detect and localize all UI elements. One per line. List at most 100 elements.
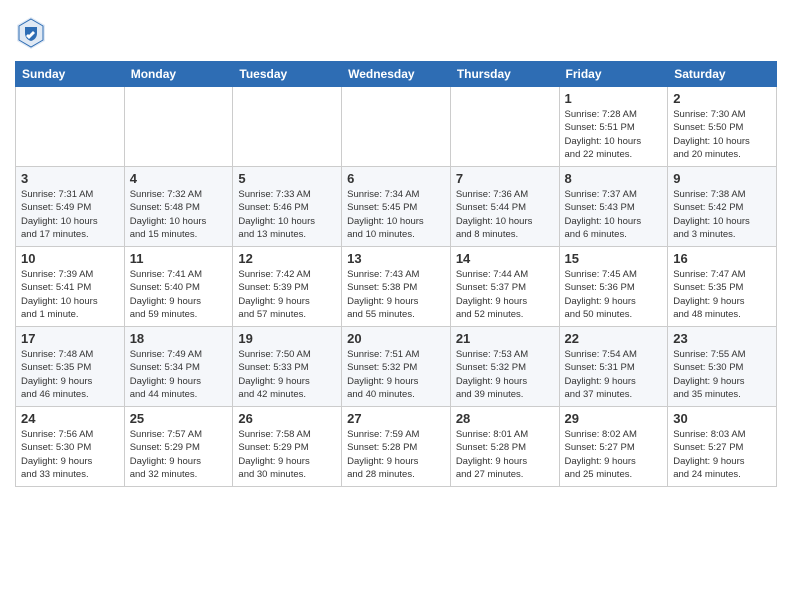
day-cell: 29Sunrise: 8:02 AM Sunset: 5:27 PM Dayli… [559, 407, 668, 487]
col-header-saturday: Saturday [668, 62, 777, 87]
day-info: Sunrise: 8:03 AM Sunset: 5:27 PM Dayligh… [673, 428, 771, 481]
day-info: Sunrise: 7:28 AM Sunset: 5:51 PM Dayligh… [565, 108, 663, 161]
day-number: 13 [347, 251, 445, 266]
day-number: 24 [21, 411, 119, 426]
day-info: Sunrise: 7:32 AM Sunset: 5:48 PM Dayligh… [130, 188, 228, 241]
day-number: 19 [238, 331, 336, 346]
day-number: 21 [456, 331, 554, 346]
day-number: 12 [238, 251, 336, 266]
day-info: Sunrise: 7:39 AM Sunset: 5:41 PM Dayligh… [21, 268, 119, 321]
day-number: 1 [565, 91, 663, 106]
day-cell: 13 Sunrise: 7:43 AM Sunset: 5:38 PM Dayli… [342, 247, 451, 327]
day-info: Sunrise: 7:43 AM Sunset: 5:38 PM Dayligh… [347, 268, 445, 321]
day-info: Sunrise: 7:38 AM Sunset: 5:42 PM Dayligh… [673, 188, 771, 241]
day-info: Sunrise: 7:59 AM Sunset: 5:28 PM Dayligh… [347, 428, 445, 481]
day-cell: 21 Sunrise: 7:53 AM Sunset: 5:32 PM Dayli… [450, 327, 559, 407]
day-number: 25 [130, 411, 228, 426]
day-cell: 12 Sunrise: 7:42 AM Sunset: 5:39 PM Dayli… [233, 247, 342, 327]
day-cell [450, 87, 559, 167]
day-number: 16 [673, 251, 771, 266]
day-cell: 25 Sunrise: 7:57 AM Sunset: 5:29 PM Dayli… [124, 407, 233, 487]
day-info: Sunrise: 7:45 AM Sunset: 5:36 PM Dayligh… [565, 268, 663, 321]
day-cell: 17Sunrise: 7:48 AM Sunset: 5:35 PM Dayli… [16, 327, 125, 407]
week-row-4: 24 Sunrise: 7:56 AM Sunset: 5:30 PM Dayli… [16, 407, 777, 487]
day-cell: 3 Sunrise: 7:31 AM Sunset: 5:49 PM Daylig… [16, 167, 125, 247]
week-row-2: 10 Sunrise: 7:39 AM Sunset: 5:41 PM Dayli… [16, 247, 777, 327]
day-cell [233, 87, 342, 167]
col-header-monday: Monday [124, 62, 233, 87]
day-number: 11 [130, 251, 228, 266]
day-info: Sunrise: 7:36 AM Sunset: 5:44 PM Dayligh… [456, 188, 554, 241]
day-cell [16, 87, 125, 167]
day-number: 10 [21, 251, 119, 266]
day-info: Sunrise: 7:50 AM Sunset: 5:33 PM Dayligh… [238, 348, 336, 401]
day-number: 3 [21, 171, 119, 186]
day-info: Sunrise: 7:55 AM Sunset: 5:30 PM Dayligh… [673, 348, 771, 401]
day-number: 4 [130, 171, 228, 186]
day-number: 7 [456, 171, 554, 186]
page-header [15, 15, 777, 51]
col-header-tuesday: Tuesday [233, 62, 342, 87]
day-number: 15 [565, 251, 663, 266]
day-number: 27 [347, 411, 445, 426]
day-cell: 20 Sunrise: 7:51 AM Sunset: 5:32 PM Dayli… [342, 327, 451, 407]
col-header-thursday: Thursday [450, 62, 559, 87]
day-number: 23 [673, 331, 771, 346]
calendar-body: 1 Sunrise: 7:28 AM Sunset: 5:51 PM Daylig… [16, 87, 777, 487]
day-info: Sunrise: 7:33 AM Sunset: 5:46 PM Dayligh… [238, 188, 336, 241]
day-number: 22 [565, 331, 663, 346]
day-cell: 8 Sunrise: 7:37 AM Sunset: 5:43 PM Daylig… [559, 167, 668, 247]
day-info: Sunrise: 7:48 AM Sunset: 5:35 PM Dayligh… [21, 348, 119, 401]
day-number: 8 [565, 171, 663, 186]
day-cell: 7 Sunrise: 7:36 AM Sunset: 5:44 PM Daylig… [450, 167, 559, 247]
day-info: Sunrise: 7:34 AM Sunset: 5:45 PM Dayligh… [347, 188, 445, 241]
logo [15, 15, 51, 51]
day-info: Sunrise: 7:51 AM Sunset: 5:32 PM Dayligh… [347, 348, 445, 401]
day-number: 9 [673, 171, 771, 186]
day-cell: 4 Sunrise: 7:32 AM Sunset: 5:48 PM Daylig… [124, 167, 233, 247]
day-info: Sunrise: 7:37 AM Sunset: 5:43 PM Dayligh… [565, 188, 663, 241]
day-cell [342, 87, 451, 167]
day-cell: 6Sunrise: 7:34 AM Sunset: 5:45 PM Daylig… [342, 167, 451, 247]
day-info: Sunrise: 7:41 AM Sunset: 5:40 PM Dayligh… [130, 268, 228, 321]
week-row-0: 1 Sunrise: 7:28 AM Sunset: 5:51 PM Daylig… [16, 87, 777, 167]
day-info: Sunrise: 7:57 AM Sunset: 5:29 PM Dayligh… [130, 428, 228, 481]
day-cell: 14 Sunrise: 7:44 AM Sunset: 5:37 PM Dayli… [450, 247, 559, 327]
day-cell: 19 Sunrise: 7:50 AM Sunset: 5:33 PM Dayli… [233, 327, 342, 407]
day-number: 30 [673, 411, 771, 426]
day-cell: 24 Sunrise: 7:56 AM Sunset: 5:30 PM Dayli… [16, 407, 125, 487]
week-row-1: 3 Sunrise: 7:31 AM Sunset: 5:49 PM Daylig… [16, 167, 777, 247]
day-cell [124, 87, 233, 167]
day-number: 14 [456, 251, 554, 266]
day-cell: 9 Sunrise: 7:38 AM Sunset: 5:42 PM Daylig… [668, 167, 777, 247]
day-cell: 1 Sunrise: 7:28 AM Sunset: 5:51 PM Daylig… [559, 87, 668, 167]
col-header-wednesday: Wednesday [342, 62, 451, 87]
day-info: Sunrise: 7:56 AM Sunset: 5:30 PM Dayligh… [21, 428, 119, 481]
day-info: Sunrise: 7:54 AM Sunset: 5:31 PM Dayligh… [565, 348, 663, 401]
day-number: 2 [673, 91, 771, 106]
day-cell: 28Sunrise: 8:01 AM Sunset: 5:28 PM Dayli… [450, 407, 559, 487]
day-number: 5 [238, 171, 336, 186]
day-number: 20 [347, 331, 445, 346]
day-info: Sunrise: 7:53 AM Sunset: 5:32 PM Dayligh… [456, 348, 554, 401]
day-cell: 5 Sunrise: 7:33 AM Sunset: 5:46 PM Daylig… [233, 167, 342, 247]
day-info: Sunrise: 7:31 AM Sunset: 5:49 PM Dayligh… [21, 188, 119, 241]
day-cell: 27 Sunrise: 7:59 AM Sunset: 5:28 PM Dayli… [342, 407, 451, 487]
day-cell: 22 Sunrise: 7:54 AM Sunset: 5:31 PM Dayli… [559, 327, 668, 407]
day-info: Sunrise: 8:02 AM Sunset: 5:27 PM Dayligh… [565, 428, 663, 481]
day-cell: 18Sunrise: 7:49 AM Sunset: 5:34 PM Dayli… [124, 327, 233, 407]
day-info: Sunrise: 8:01 AM Sunset: 5:28 PM Dayligh… [456, 428, 554, 481]
day-cell: 2Sunrise: 7:30 AM Sunset: 5:50 PM Daylig… [668, 87, 777, 167]
col-header-sunday: Sunday [16, 62, 125, 87]
day-cell: 11 Sunrise: 7:41 AM Sunset: 5:40 PM Dayli… [124, 247, 233, 327]
logo-icon [15, 15, 47, 51]
day-info: Sunrise: 7:44 AM Sunset: 5:37 PM Dayligh… [456, 268, 554, 321]
week-row-3: 17Sunrise: 7:48 AM Sunset: 5:35 PM Dayli… [16, 327, 777, 407]
day-info: Sunrise: 7:42 AM Sunset: 5:39 PM Dayligh… [238, 268, 336, 321]
day-cell: 26Sunrise: 7:58 AM Sunset: 5:29 PM Dayli… [233, 407, 342, 487]
day-number: 26 [238, 411, 336, 426]
day-cell: 15 Sunrise: 7:45 AM Sunset: 5:36 PM Dayli… [559, 247, 668, 327]
day-cell: 30 Sunrise: 8:03 AM Sunset: 5:27 PM Dayli… [668, 407, 777, 487]
day-cell: 23 Sunrise: 7:55 AM Sunset: 5:30 PM Dayli… [668, 327, 777, 407]
day-cell: 10 Sunrise: 7:39 AM Sunset: 5:41 PM Dayli… [16, 247, 125, 327]
